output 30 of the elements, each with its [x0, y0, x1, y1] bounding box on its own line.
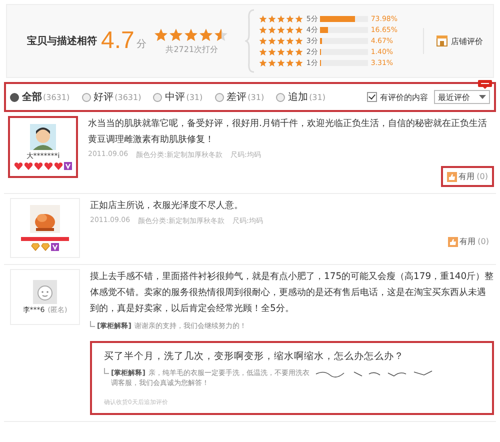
review-text: 水当当的肌肤就靠它呢，备受好评，很好用.月销千件，欢迎光临正负生活，自信的秘密就在正负生活黄豆调理雌激素有助肌肤修复！ [88, 117, 488, 147]
reply-corner-icon [104, 368, 109, 374]
vip-icon [64, 162, 72, 170]
review-text: 摸上去手感不错，里面搭件衬衫很帅气，就是有点小肥了，175的可能又会瘦（高179，重140斤）整体感觉不错。卖家的服务很热情很周到很耐心，更感动的是还有售后电话，这是在淘宝买东西从未遇到的，真是好卖家，以后肯定会经常光顾！全5分。 [90, 270, 494, 316]
filter-radio[interactable]: 全部(3631) [10, 90, 70, 104]
brace-icon [245, 9, 256, 73]
filter-radio[interactable]: 差评(31) [214, 90, 264, 104]
score-unit: 分 [136, 38, 146, 51]
helpful-button[interactable]: 有用 (0) [442, 232, 494, 251]
shop-icon [436, 35, 448, 47]
vip-icon [51, 243, 59, 251]
followup-text: 买了半个月，洗了几次，变形啊变形，缩水啊缩水，怎么办怎么办？ [104, 350, 405, 364]
thumb-icon [448, 236, 458, 246]
rating-label: 宝贝与描述相符 [27, 34, 97, 48]
avatar-drawing [30, 124, 56, 150]
filter-radio[interactable]: 追加(31) [276, 90, 326, 104]
rating-count: 共2721次打分 [166, 44, 218, 54]
content-checkbox[interactable]: 有评价的内容 [367, 92, 428, 102]
filter-radio[interactable]: 中评(31) [153, 90, 203, 104]
avatar-icon [33, 280, 57, 304]
sort-dropdown[interactable]: 最近评价 [434, 90, 490, 104]
helpful-button[interactable]: 有用 (0) [440, 166, 494, 187]
review-text: 正如店主所说，衣服光泽度不尽人意。 [90, 199, 244, 213]
store-rating-link[interactable]: 店铺评价 [423, 28, 483, 54]
reply-corner-icon [90, 321, 95, 327]
filter-radio[interactable]: 好评(3631) [82, 90, 142, 104]
thumb-icon [446, 172, 457, 182]
caret-icon [479, 95, 486, 99]
rating-score: 4.7 [101, 27, 134, 55]
hot-badge-icon [478, 80, 492, 89]
